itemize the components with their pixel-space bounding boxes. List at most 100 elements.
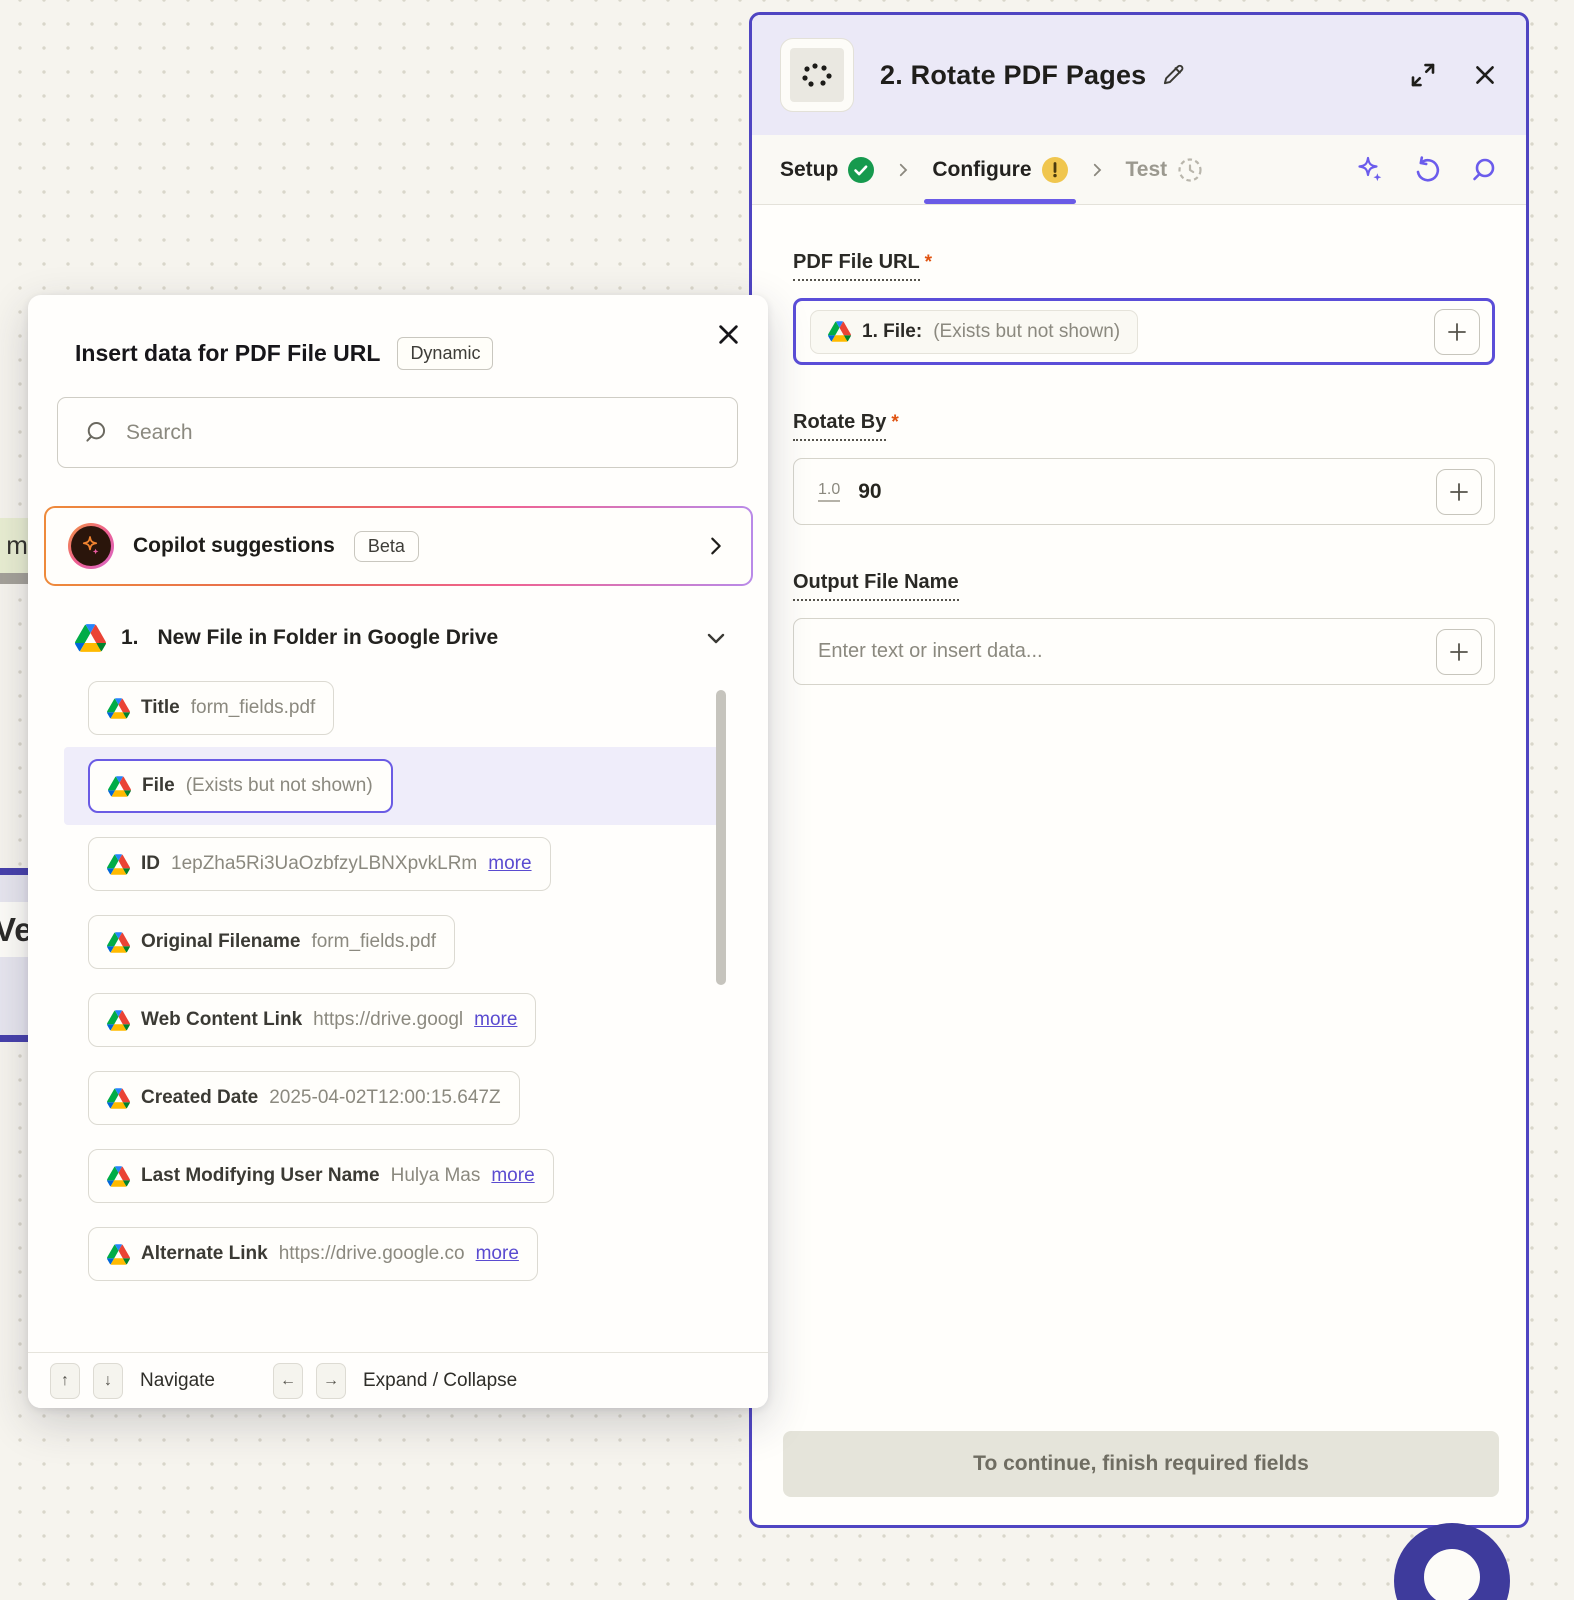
number-type-badge: 1.0 (818, 481, 841, 502)
item-label: Original Filename (141, 931, 301, 952)
token-value: (Exists but not shown) (933, 320, 1121, 342)
item-label: Alternate Link (141, 1243, 268, 1264)
ai-sparkle-icon[interactable] (1354, 154, 1386, 186)
item-value: (Exists but not shown) (185, 775, 373, 796)
tab-test-label: Test (1125, 157, 1168, 181)
rotate-by-input[interactable] (858, 479, 1059, 504)
step-config-panel: 2. Rotate PDF Pages Setup Configure Test… (749, 12, 1529, 1528)
pdfco-app-icon (780, 38, 854, 112)
item-value: form_fields.pdf (190, 697, 316, 718)
item-more-link[interactable]: more (488, 853, 531, 875)
chevron-right-icon (705, 535, 727, 557)
close-panel-icon[interactable] (1472, 62, 1498, 88)
google-drive-icon (828, 321, 851, 342)
list-item[interactable]: File (Exists but not shown) (64, 747, 768, 825)
background-fragment-step-card: Ve (0, 868, 30, 1042)
output-file-name-input[interactable] (818, 640, 1436, 663)
chevron-right-icon (894, 161, 912, 179)
google-drive-icon (75, 624, 106, 652)
arrow-down-key-icon[interactable]: ↓ (93, 1362, 123, 1399)
item-value: 2025-04-02T12:00:15.647Z (269, 1087, 501, 1108)
chevron-right-icon (1088, 161, 1106, 179)
google-drive-icon (107, 697, 130, 719)
google-drive-icon (107, 1243, 130, 1265)
item-label: ID (141, 853, 160, 874)
expand-panel-icon[interactable] (1408, 60, 1438, 90)
list-item[interactable]: Title form_fields.pdf (88, 681, 768, 735)
insert-data-plus-button[interactable] (1434, 308, 1480, 355)
tab-test[interactable]: Test (1126, 157, 1204, 183)
insert-data-modal: Insert data for PDF File URL Dynamic Co (28, 295, 768, 1408)
tab-configure-label: Configure (932, 157, 1032, 181)
trigger-section-header[interactable]: 1. New File in Folder in Google Drive (75, 624, 728, 652)
list-item[interactable]: Web Content Link https://drive.googl mor… (88, 993, 768, 1047)
configure-form: PDF File URL * 1. File: (Exists but not … (752, 205, 1526, 685)
item-value: https://drive.google.co (278, 1243, 465, 1264)
undo-refresh-icon[interactable] (1411, 154, 1443, 186)
tab-setup[interactable]: Setup (780, 156, 875, 183)
item-value: 1epZha5Ri3UaOzbfzyLBNXpvkLRm (171, 853, 478, 874)
expand-collapse-label: Expand / Collapse (363, 1369, 518, 1391)
search-step-icon[interactable] (1468, 155, 1498, 185)
list-item[interactable]: Created Date 2025-04-02T12:00:15.647Z (88, 1071, 768, 1125)
insert-data-plus-button[interactable] (1436, 628, 1482, 675)
item-more-link[interactable]: more (474, 1009, 517, 1031)
field-output-file-name: Output File Name (793, 571, 1495, 685)
edit-title-icon[interactable] (1160, 62, 1186, 88)
tab-configure[interactable]: Configure (924, 156, 1076, 204)
tab-setup-label: Setup (780, 157, 839, 181)
output-file-name-input-box[interactable] (793, 618, 1495, 685)
required-asterisk: * (891, 412, 899, 433)
setup-complete-icon (848, 156, 875, 183)
navigate-label: Navigate (140, 1369, 215, 1391)
copilot-suggestions-row[interactable]: Copilot suggestions Beta (44, 506, 753, 586)
item-label: Web Content Link (141, 1009, 303, 1030)
item-label: Created Date (141, 1087, 259, 1108)
section-title: New File in Folder in Google Drive (157, 626, 499, 649)
list-scrollbar[interactable] (716, 690, 726, 985)
item-more-link[interactable]: more (491, 1165, 534, 1187)
list-item[interactable]: Alternate Link https://drive.google.co m… (88, 1227, 768, 1281)
panel-header: 2. Rotate PDF Pages (752, 15, 1526, 135)
copilot-label: Copilot suggestions (133, 534, 335, 557)
google-drive-icon (107, 1165, 130, 1187)
rotate-by-label: Rotate By (793, 411, 887, 441)
list-item[interactable]: Original Filename form_fields.pdf (88, 915, 768, 969)
list-item[interactable]: Last Modifying User Name Hulya Mas more (88, 1149, 768, 1203)
field-rotate-by: Rotate By * 1.0 (793, 411, 1495, 525)
copilot-sparkle-icon (68, 523, 114, 569)
list-item[interactable]: ID 1epZha5Ri3UaOzbfzyLBNXpvkLRm more (88, 837, 768, 891)
chat-widget-dot (1424, 1549, 1480, 1600)
modal-title: Insert data for PDF File URL (75, 340, 381, 366)
token-prefix: 1. File: (862, 320, 923, 342)
item-more-link[interactable]: more (476, 1243, 519, 1265)
test-pending-clock-icon (1178, 157, 1202, 182)
pdf-file-url-input[interactable]: 1. File: (Exists but not shown) (793, 298, 1495, 365)
insert-data-plus-button[interactable] (1436, 468, 1482, 515)
insert-data-list: Title form_fields.pdf File (Exists but n… (28, 681, 768, 1281)
field-pdf-file-url: PDF File URL * 1. File: (Exists but not … (793, 251, 1495, 365)
item-label: File (142, 775, 175, 796)
continue-disabled-button[interactable]: To continue, finish required fields (783, 1431, 1499, 1497)
dynamic-badge: Dynamic (397, 337, 494, 370)
rotate-by-input-box[interactable]: 1.0 (793, 458, 1495, 525)
mapped-field-token[interactable]: 1. File: (Exists but not shown) (810, 309, 1139, 354)
item-value: Hulya Mas (390, 1165, 481, 1186)
arrow-left-key-icon[interactable]: ← (273, 1362, 303, 1399)
modal-search-box[interactable] (57, 397, 738, 468)
chat-widget-bubble[interactable] (1394, 1523, 1510, 1600)
chevron-down-icon[interactable] (704, 626, 728, 650)
panel-title: 2. Rotate PDF Pages (880, 59, 1147, 90)
google-drive-icon (107, 1087, 130, 1109)
close-modal-icon[interactable] (715, 321, 742, 348)
arrow-right-key-icon[interactable]: → (316, 1362, 346, 1399)
step-tab-bar: Setup Configure Test (752, 135, 1526, 205)
google-drive-icon (108, 775, 131, 797)
background-fragment-gray-strip (0, 573, 28, 584)
required-asterisk: * (924, 252, 933, 273)
output-file-name-label: Output File Name (793, 571, 959, 601)
arrow-up-key-icon[interactable]: ↑ (50, 1362, 80, 1399)
search-icon (86, 422, 106, 442)
search-input[interactable] (126, 420, 713, 445)
configure-warning-icon (1041, 156, 1068, 183)
